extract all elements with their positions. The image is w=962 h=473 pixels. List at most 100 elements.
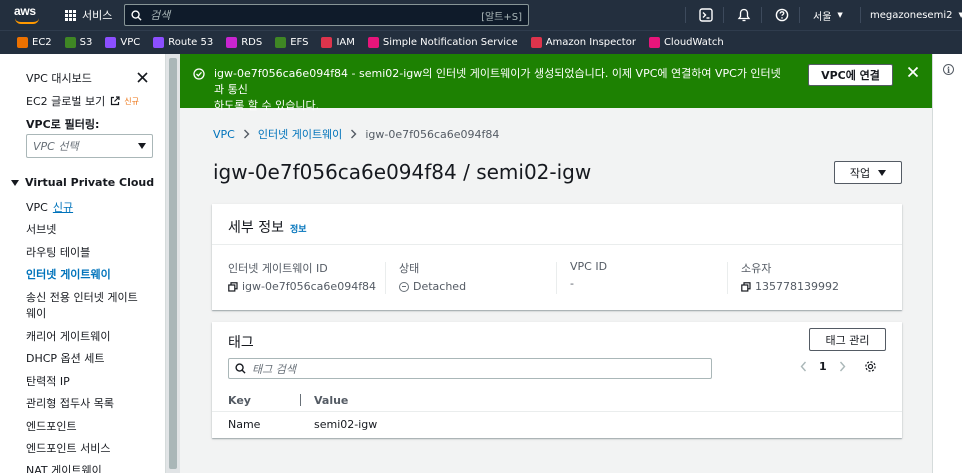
sidebar-item-vpc-dashboard[interactable]: VPC 대시보드 bbox=[26, 70, 92, 86]
success-check-icon bbox=[193, 68, 205, 80]
favorite-rds[interactable]: RDS bbox=[226, 37, 262, 48]
sidebar-item-carrier-gateways[interactable]: 캐리어 게이트웨이 bbox=[26, 328, 110, 344]
sidebar-item-egress-only-igw-cont[interactable]: 웨이 bbox=[26, 305, 46, 321]
status-detached-icon bbox=[399, 281, 409, 292]
search-icon bbox=[131, 9, 142, 21]
service-icon bbox=[530, 37, 542, 48]
flash-message-line2: 하도록 할 수 있습니다. bbox=[214, 99, 320, 112]
service-icon bbox=[153, 37, 165, 48]
service-icon bbox=[105, 37, 117, 48]
sidebar-scrollbar[interactable] bbox=[166, 54, 180, 473]
detail-value: 135778139992 bbox=[755, 280, 839, 293]
region-caret-icon: ▼ bbox=[837, 11, 843, 19]
account-label: megazonesemi2 bbox=[870, 9, 953, 21]
top-navigation: aws 서비스 검색 [알트+S] 서울 ▼ megazonesemi2 ▼ bbox=[0, 0, 962, 30]
favorite-ec2[interactable]: EC2 bbox=[17, 37, 52, 48]
attach-to-vpc-button[interactable]: VPC에 연결 bbox=[808, 64, 893, 86]
service-icon bbox=[275, 37, 287, 48]
notifications-bell-icon[interactable] bbox=[737, 8, 751, 22]
sidebar-item-label: EC2 글로벌 보기 bbox=[26, 95, 106, 108]
account-menu[interactable]: megazonesemi2 ▼ bbox=[870, 0, 962, 30]
chevron-right-icon[interactable] bbox=[839, 361, 846, 372]
breadcrumb-vpc[interactable]: VPC bbox=[213, 128, 235, 141]
region-selector[interactable]: 서울 ▼ bbox=[813, 0, 843, 30]
scrollbar-thumb[interactable] bbox=[169, 58, 177, 469]
chevron-right-icon bbox=[243, 129, 250, 139]
sidebar-item-endpoints[interactable]: 엔드포인트 bbox=[26, 418, 77, 434]
sidebar-item-vpc[interactable]: VPC 신규 bbox=[26, 199, 73, 215]
favorite-label: EFS bbox=[290, 37, 309, 48]
details-title: 세부 정보 bbox=[228, 220, 284, 236]
copy-icon[interactable] bbox=[228, 281, 238, 292]
copy-icon[interactable] bbox=[741, 281, 751, 292]
actions-label: 작업 bbox=[849, 166, 871, 180]
vpc-filter-placeholder: VPC 선택 bbox=[33, 140, 79, 153]
detail-vpc-id: VPC ID - bbox=[570, 260, 607, 290]
section-virtual-private-cloud[interactable]: Virtual Private Cloud bbox=[11, 176, 154, 189]
sidebar-item-internet-gateways[interactable]: 인터넷 게이트웨이 bbox=[26, 266, 111, 282]
favorite-label: EC2 bbox=[32, 37, 52, 48]
pagination: 1 bbox=[800, 360, 877, 373]
caret-down-icon bbox=[11, 179, 19, 186]
sidebar-item-subnets[interactable]: 서브넷 bbox=[26, 221, 56, 237]
current-page[interactable]: 1 bbox=[819, 360, 827, 373]
aws-logo-text: aws bbox=[14, 4, 36, 18]
detail-value: - bbox=[570, 277, 574, 290]
sidebar-item-global-view[interactable]: EC2 글로벌 보기 신규 bbox=[26, 93, 139, 109]
services-label: 서비스 bbox=[82, 9, 113, 22]
column-header-key[interactable]: Key bbox=[228, 394, 251, 407]
favorite-cloudwatch[interactable]: CloudWatch bbox=[648, 37, 724, 48]
favorite-s3[interactable]: S3 bbox=[64, 37, 92, 48]
sidebar: VPC 대시보드 EC2 글로벌 보기 신규 VPC로 필터링: VPC 선택 … bbox=[0, 54, 166, 473]
tag-key-cell: Name bbox=[228, 418, 261, 431]
aws-logo[interactable]: aws bbox=[14, 4, 42, 26]
favorite-label: Simple Notification Service bbox=[382, 37, 518, 48]
success-flash-banner: igw-0e7f056ca6e094f84 - semi02-igw의 인터넷 … bbox=[180, 54, 932, 112]
cloudshell-icon[interactable] bbox=[699, 8, 713, 22]
new-badge: 신규 bbox=[124, 96, 139, 106]
info-link[interactable]: 정보 bbox=[290, 225, 307, 235]
manage-tags-button[interactable]: 태그 관리 bbox=[809, 328, 886, 351]
region-label: 서울 bbox=[813, 11, 832, 23]
tag-search-placeholder: 태그 검색 bbox=[252, 362, 296, 376]
favorite-label: RDS bbox=[241, 37, 263, 48]
column-header-value[interactable]: Value bbox=[314, 394, 348, 407]
close-icon[interactable] bbox=[907, 66, 919, 78]
tag-value-cell: semi02-igw bbox=[314, 418, 378, 431]
vpc-filter-select[interactable]: VPC 선택 bbox=[26, 134, 153, 158]
sidebar-item-elastic-ips[interactable]: 탄력적 IP bbox=[26, 373, 70, 389]
breadcrumb-internet-gateways[interactable]: 인터넷 게이트웨이 bbox=[258, 126, 342, 142]
favorite-label: Route 53 bbox=[168, 37, 214, 48]
favorite-amazon-inspector[interactable]: Amazon Inspector bbox=[530, 37, 636, 48]
services-menu[interactable]: 서비스 bbox=[65, 0, 112, 30]
detail-state: 상태 Detached bbox=[399, 260, 466, 293]
caret-down-icon bbox=[138, 143, 146, 149]
sidebar-item-nat-gateways[interactable]: NAT 게이트웨이 bbox=[26, 462, 102, 473]
favorite-efs[interactable]: EFS bbox=[275, 37, 308, 48]
detail-label: 소유자 bbox=[741, 262, 772, 275]
info-icon[interactable]: i bbox=[943, 64, 954, 75]
tag-search-input[interactable]: 태그 검색 bbox=[228, 358, 712, 379]
favorite-simple-notification-service[interactable]: Simple Notification Service bbox=[367, 37, 518, 48]
new-link[interactable]: 신규 bbox=[53, 201, 73, 214]
sidebar-item-endpoint-services[interactable]: 엔드포인트 서비스 bbox=[26, 440, 110, 456]
tags-title: 태그 bbox=[228, 335, 254, 351]
sidebar-item-egress-only-igw[interactable]: 송신 전용 인터넷 게이트 bbox=[26, 289, 138, 305]
favorite-vpc[interactable]: VPC bbox=[105, 37, 140, 48]
main-content: igw-0e7f056ca6e094f84 - semi02-igw의 인터넷 … bbox=[180, 54, 932, 473]
service-icon bbox=[321, 37, 333, 48]
settings-gear-icon[interactable] bbox=[864, 360, 877, 373]
global-search-input[interactable]: 검색 [알트+S] bbox=[124, 4, 529, 26]
favorite-route-53[interactable]: Route 53 bbox=[153, 37, 213, 48]
chevron-left-icon[interactable] bbox=[800, 361, 807, 372]
sidebar-item-dhcp-options[interactable]: DHCP 옵션 세트 bbox=[26, 350, 105, 366]
account-caret-icon: ▼ bbox=[958, 11, 962, 19]
service-icon bbox=[648, 37, 660, 48]
flash-message: igw-0e7f056ca6e094f84 - semi02-igw의 인터넷 … bbox=[214, 66, 789, 114]
actions-dropdown-button[interactable]: 작업 bbox=[834, 161, 902, 184]
favorite-iam[interactable]: IAM bbox=[321, 37, 355, 48]
sidebar-item-route-tables[interactable]: 라우팅 테이블 bbox=[26, 244, 90, 260]
sidebar-item-prefix-lists[interactable]: 관리형 접두사 목록 bbox=[26, 395, 114, 411]
close-icon[interactable] bbox=[137, 72, 148, 83]
help-icon[interactable] bbox=[775, 8, 789, 22]
